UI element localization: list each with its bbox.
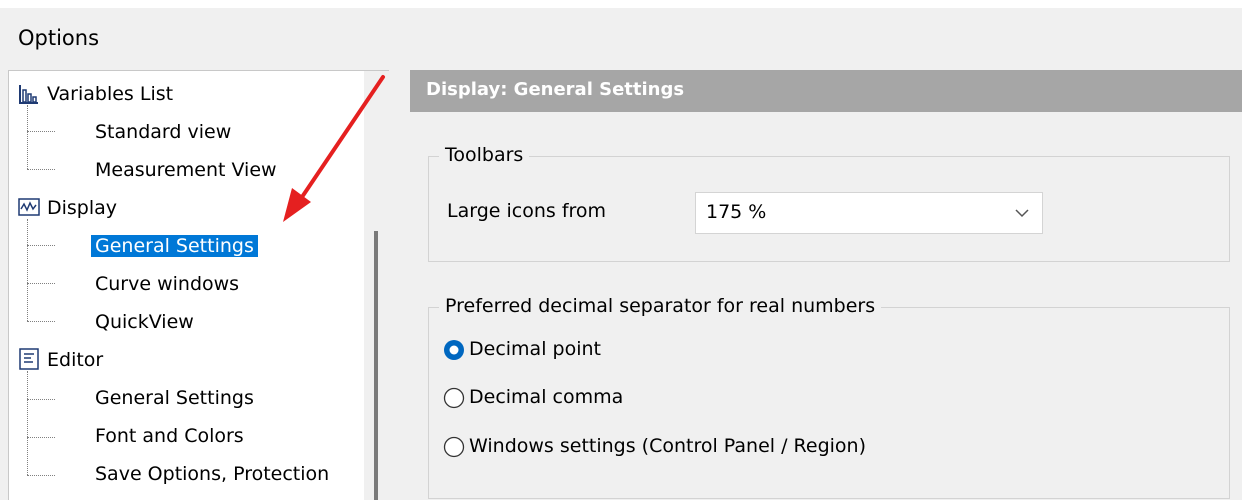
tree-item-font-and-colors[interactable]: Font and Colors (91, 423, 248, 449)
window-title: Options (18, 26, 100, 50)
tree-connector (27, 169, 55, 170)
waveform-icon (18, 198, 40, 218)
tree-item-display[interactable]: Display (43, 195, 121, 221)
tree-item-quickview[interactable]: QuickView (91, 309, 198, 335)
decimal-separator-legend: Preferred decimal separator for real num… (439, 295, 882, 317)
tree-scrollbar[interactable] (364, 71, 389, 500)
pane-header: Display: General Settings (410, 70, 1242, 112)
radio-label: Windows settings (Control Panel / Region… (469, 435, 866, 457)
options-tree[interactable]: Variables List Standard view Measurement… (8, 70, 389, 500)
tree-item-label: Editor (47, 349, 104, 371)
tree-item-measurement-view[interactable]: Measurement View (91, 157, 281, 183)
radio-unselected-icon[interactable] (443, 436, 465, 458)
decimal-separator-group: Preferred decimal separator for real num… (428, 295, 1230, 499)
radio-selected-icon[interactable] (443, 339, 465, 361)
tree-item-curve-windows[interactable]: Curve windows (91, 271, 243, 297)
tree-item-label: Variables List (47, 83, 174, 105)
tree-item-variables-list[interactable]: Variables List (43, 81, 177, 107)
large-icons-value: 175 % (706, 201, 767, 223)
tree-connector (27, 399, 55, 400)
bar-chart-icon (19, 84, 39, 104)
tree-item-label: QuickView (95, 311, 194, 333)
tree-connector (27, 321, 55, 322)
scrollbar-thumb[interactable] (374, 231, 378, 500)
radio-label: Decimal comma (469, 386, 624, 408)
tree-item-label: Standard view (95, 121, 232, 143)
tree-connector (27, 131, 55, 132)
tree-item-label: Measurement View (95, 159, 277, 181)
tree-connector (27, 105, 28, 169)
tree-connector (27, 371, 28, 475)
radio-unselected-icon[interactable] (443, 387, 465, 409)
settings-pane: Display: General Settings Toolbars Large… (410, 70, 1242, 499)
tree-item-editor-general-settings[interactable]: General Settings (91, 385, 258, 411)
tree-connector (27, 245, 55, 246)
tree-connector (27, 283, 55, 284)
tree-connector (27, 219, 28, 321)
pane-header-title: Display: General Settings (426, 79, 685, 100)
tree-item-label: General Settings (91, 235, 258, 257)
chevron-down-icon (1012, 203, 1032, 223)
tree-item-label: Save Options, Protection (95, 463, 330, 485)
title-bar: Options (0, 8, 1242, 66)
top-strip (0, 0, 1242, 8)
tree-item-label: Font and Colors (95, 425, 244, 447)
tree-connector (27, 437, 55, 438)
tree-item-label: Display (47, 197, 118, 219)
tree-item-label: General Settings (95, 387, 254, 409)
tree-item-standard-view[interactable]: Standard view (91, 119, 235, 145)
tree-item-display-general-settings[interactable]: General Settings (91, 233, 258, 259)
editor-document-icon (19, 348, 39, 370)
radio-label: Decimal point (469, 338, 601, 360)
toolbars-group: Toolbars Large icons from 175 % (428, 144, 1230, 262)
tree-item-label: Curve windows (95, 273, 240, 295)
tree-item-save-options-protection[interactable]: Save Options, Protection (91, 461, 333, 487)
tree-item-editor[interactable]: Editor (43, 347, 107, 373)
toolbars-legend: Toolbars (439, 144, 530, 166)
tree-connector (27, 475, 55, 476)
large-icons-dropdown[interactable]: 175 % (695, 192, 1043, 234)
large-icons-label: Large icons from (447, 200, 607, 222)
